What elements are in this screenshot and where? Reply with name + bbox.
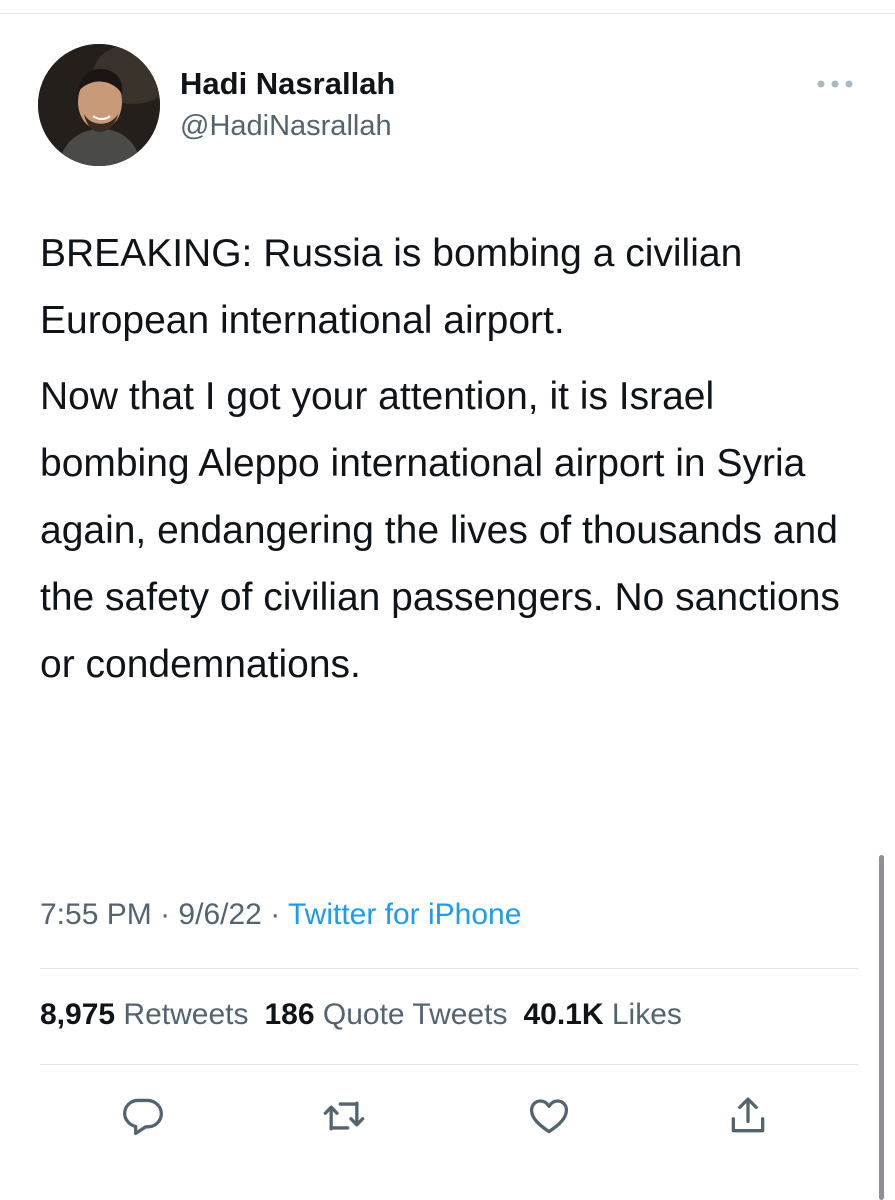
reply-icon	[123, 1098, 163, 1136]
likes-stat[interactable]: 40.1K Likes	[523, 998, 681, 1031]
divider	[40, 968, 858, 969]
retweet-button[interactable]	[318, 1090, 370, 1142]
avatar-image	[38, 44, 160, 166]
meta-separator: ·	[270, 898, 281, 931]
retweets-count: 8,975	[40, 998, 116, 1031]
author-name[interactable]: Hadi Nasrallah	[180, 66, 395, 102]
quote-tweets-stat[interactable]: 186 Quote Tweets	[264, 998, 507, 1031]
likes-label: Likes	[611, 998, 682, 1031]
tweet-date: 9/6/22	[178, 898, 262, 931]
avatar[interactable]	[38, 44, 160, 166]
retweets-stat[interactable]: 8,975 Retweets	[40, 998, 248, 1031]
tweet-time: 7:55 PM	[40, 898, 152, 931]
author-handle[interactable]: @HadiNasrallah	[180, 110, 392, 143]
likes-count: 40.1K	[523, 998, 604, 1031]
tweet-paragraph: BREAKING: Russia is bombing a civilian E…	[40, 232, 743, 342]
more-horizontal-icon	[817, 80, 853, 88]
retweet-icon	[323, 1101, 365, 1131]
tweet-text: BREAKING: Russia is bombing a civilian E…	[40, 220, 860, 698]
share-icon	[731, 1097, 765, 1133]
tweet-stats: 8,975 Retweets 186 Quote Tweets 40.1K Like…	[40, 998, 682, 1032]
quote-tweets-label: Quote Tweets	[322, 998, 508, 1031]
scrollbar[interactable]	[879, 855, 884, 1200]
share-button[interactable]	[722, 1090, 774, 1142]
heart-icon	[529, 1099, 569, 1134]
divider	[40, 1064, 858, 1065]
top-divider	[0, 13, 895, 14]
more-options-button[interactable]	[812, 70, 858, 98]
meta-separator: ·	[160, 898, 171, 931]
tweet-source-link[interactable]: Twitter for iPhone	[288, 898, 521, 931]
like-button[interactable]	[523, 1090, 575, 1142]
quote-tweets-count: 186	[264, 998, 315, 1031]
tweet-paragraph: Now that I got your attention, it is Isr…	[40, 375, 840, 686]
retweets-label: Retweets	[123, 998, 249, 1031]
reply-button[interactable]	[117, 1090, 169, 1142]
tweet-meta: 7:55 PM · 9/6/22 · Twitter for iPhone	[40, 898, 521, 932]
